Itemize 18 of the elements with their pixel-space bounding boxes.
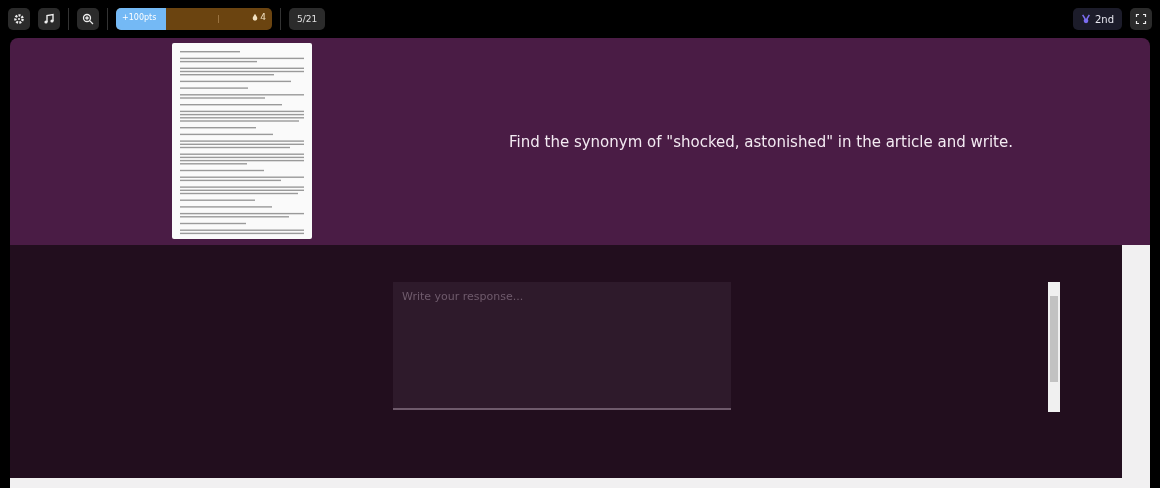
zoom-in-icon xyxy=(82,13,94,25)
drop-icon xyxy=(251,13,260,21)
question-prompt: Find the synonym of "shocked, astonished" in the article and write. xyxy=(508,132,1014,151)
music-button[interactable] xyxy=(38,8,60,30)
zoom-button[interactable] xyxy=(77,8,99,30)
fullscreen-icon xyxy=(1135,13,1147,25)
scrollbar[interactable] xyxy=(10,478,1150,488)
drops-count: 4 xyxy=(260,12,266,22)
gear-icon xyxy=(13,13,25,25)
rank-label: 2nd xyxy=(1094,13,1114,25)
music-note-icon xyxy=(43,13,55,25)
scrollbar[interactable] xyxy=(1122,245,1150,478)
question-counter: 5/21 xyxy=(289,8,326,30)
scrollbar[interactable] xyxy=(1048,282,1060,412)
fullscreen-button[interactable] xyxy=(1130,8,1152,30)
settings-button[interactable] xyxy=(8,8,30,30)
points-label: +100pts xyxy=(122,13,157,22)
response-field[interactable]: Write your response... xyxy=(393,282,731,410)
